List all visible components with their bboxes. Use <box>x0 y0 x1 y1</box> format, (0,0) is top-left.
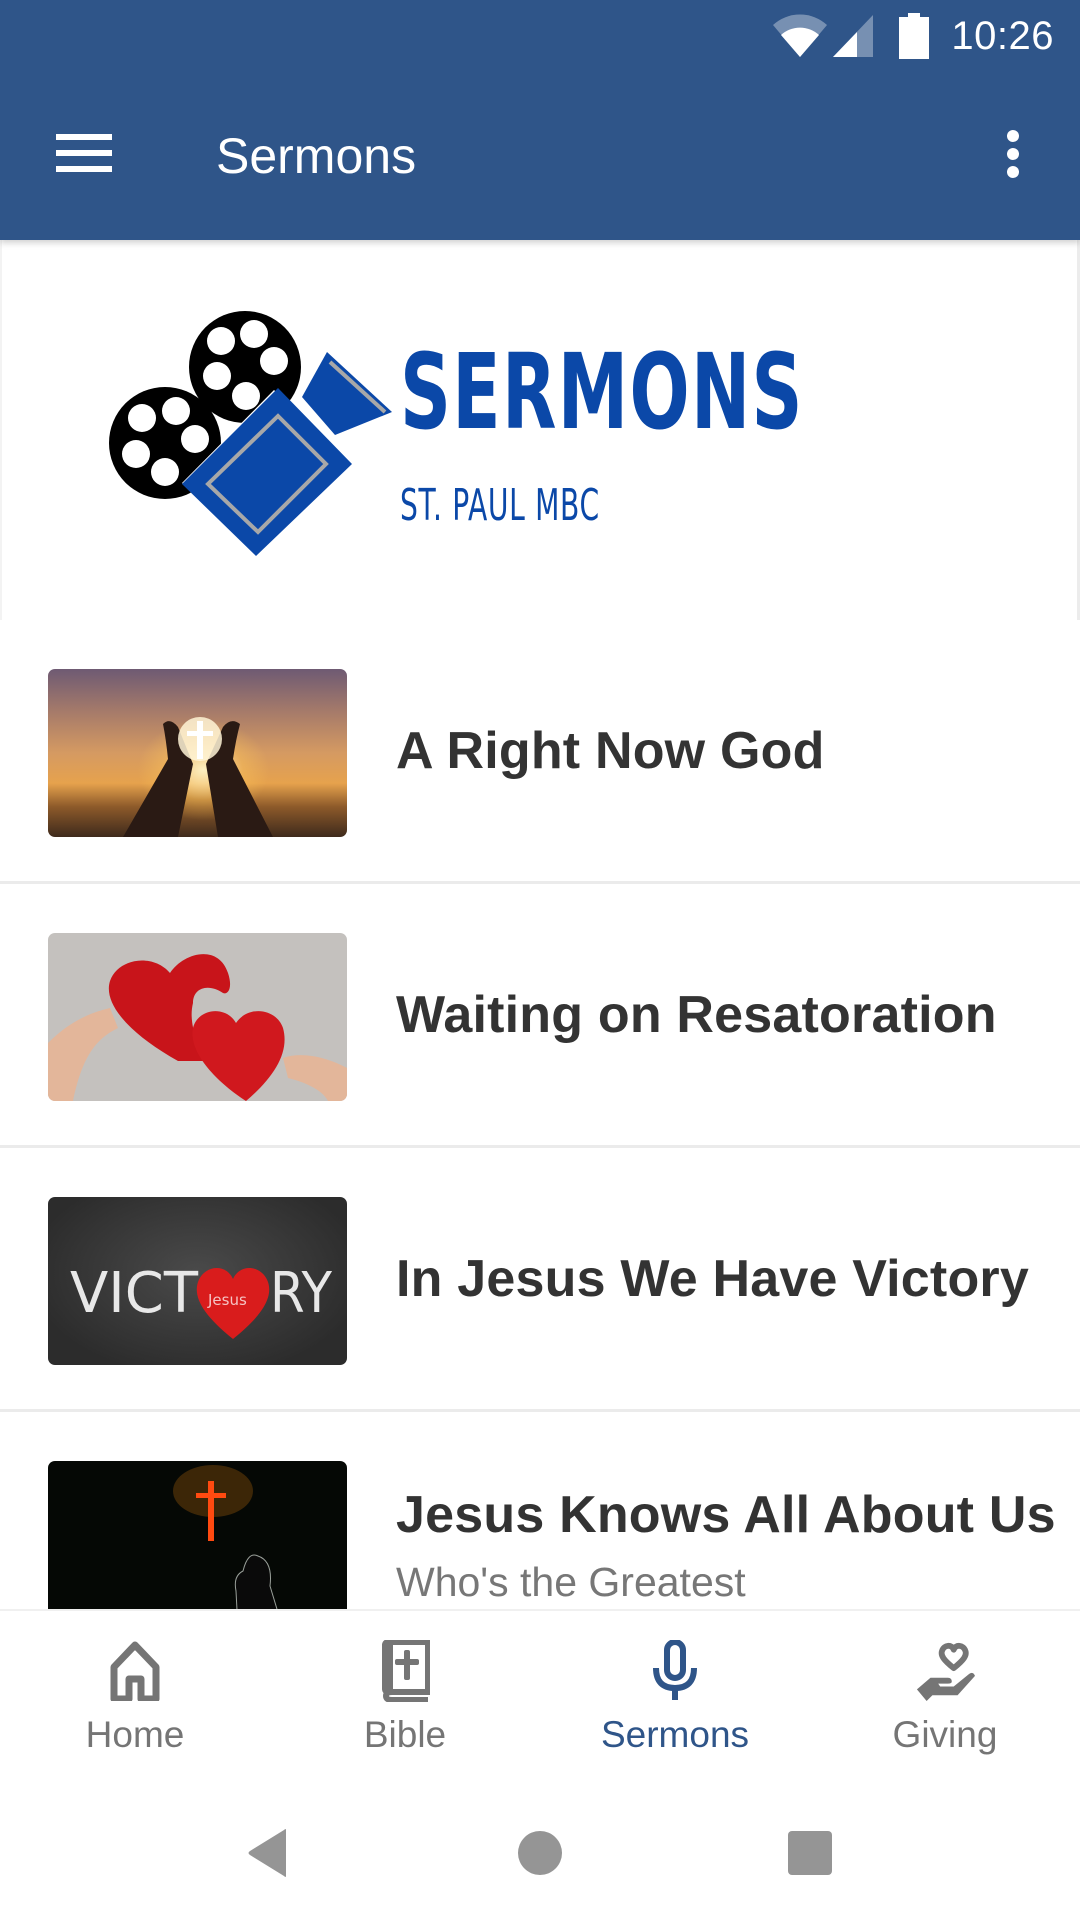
sermon-title: In Jesus We Have Victory <box>396 1250 1029 1308</box>
bottom-navigation: Home Bible Sermons Giving <box>0 1609 1080 1789</box>
bible-icon <box>375 1639 435 1703</box>
recents-icon <box>787 1830 833 1881</box>
cellular-signal-icon <box>831 13 875 59</box>
back-icon <box>246 1828 290 1883</box>
battery-icon <box>899 13 930 59</box>
giving-hand-heart-icon <box>915 1639 975 1703</box>
sermon-list-item[interactable]: A Right Now God <box>0 620 1080 884</box>
status-icons: 10:26 <box>771 12 1054 60</box>
nav-label: Giving <box>892 1714 998 1755</box>
nav-label: Bible <box>363 1714 447 1755</box>
nav-label: Sermons <box>600 1714 750 1755</box>
victory-heart-text: Jesus <box>207 1291 247 1309</box>
home-icon <box>105 1639 165 1703</box>
nav-item-bible[interactable]: Bible <box>270 1611 540 1791</box>
victory-chalkboard-image: VICT Jesus RY <box>48 1197 347 1365</box>
sermon-list-item[interactable]: Jesus Knows All About Us Who's the Great… <box>0 1412 1080 1609</box>
menu-button[interactable] <box>32 114 136 198</box>
home-circle-icon <box>517 1830 563 1881</box>
microphone-icon <box>645 1639 705 1703</box>
nav-item-giving[interactable]: Giving <box>810 1611 1080 1791</box>
nav-item-home[interactable]: Home <box>0 1611 270 1791</box>
nav-label: Home <box>85 1714 185 1755</box>
sermon-list: A Right Now God Waiting on Resatoration … <box>0 620 1080 1609</box>
hamburger-menu-icon <box>56 133 112 179</box>
praying-hands-sunset-cross-image <box>48 669 347 837</box>
system-back-button[interactable] <box>213 1817 323 1893</box>
banner-title: SERMONS <box>400 331 804 453</box>
sermons-content[interactable]: SERMONS ST. PAUL MBC A Right Now God Wai… <box>0 240 1080 1609</box>
victory-word-right: RY <box>270 1261 333 1326</box>
sermon-title: Waiting on Resatoration <box>396 986 997 1044</box>
sermons-banner: SERMONS ST. PAUL MBC <box>0 240 1080 620</box>
system-recents-button[interactable] <box>755 1817 865 1893</box>
more-vert-icon <box>1006 129 1020 184</box>
cross-silhouette-image <box>48 1461 347 1609</box>
toolbar: Sermons <box>0 72 1080 240</box>
sermon-title: A Right Now God <box>396 722 825 780</box>
red-hearts-image <box>48 933 347 1101</box>
system-home-button[interactable] <box>485 1817 595 1893</box>
sermon-list-item[interactable]: VICT Jesus RY In Jesus We Have Victory <box>0 1148 1080 1412</box>
status-bar: 10:26 <box>0 0 1080 72</box>
system-navigation-bar <box>0 1789 1080 1920</box>
status-time: 10:26 <box>951 14 1054 58</box>
app-bar: 10:26 Sermons <box>0 0 1080 240</box>
banner-subtitle: ST. PAUL MBC <box>400 480 600 531</box>
victory-word-left: VICT <box>70 1261 199 1326</box>
sermon-list-item[interactable]: Waiting on Resatoration <box>0 884 1080 1148</box>
nav-item-sermons[interactable]: Sermons <box>540 1611 810 1791</box>
more-options-button[interactable] <box>980 114 1046 198</box>
sermon-title: Jesus Knows All About Us <box>396 1486 1056 1544</box>
page-title: Sermons <box>216 128 417 184</box>
wifi-icon <box>771 13 829 59</box>
sermon-subtitle: Who's the Greatest <box>396 1559 746 1605</box>
